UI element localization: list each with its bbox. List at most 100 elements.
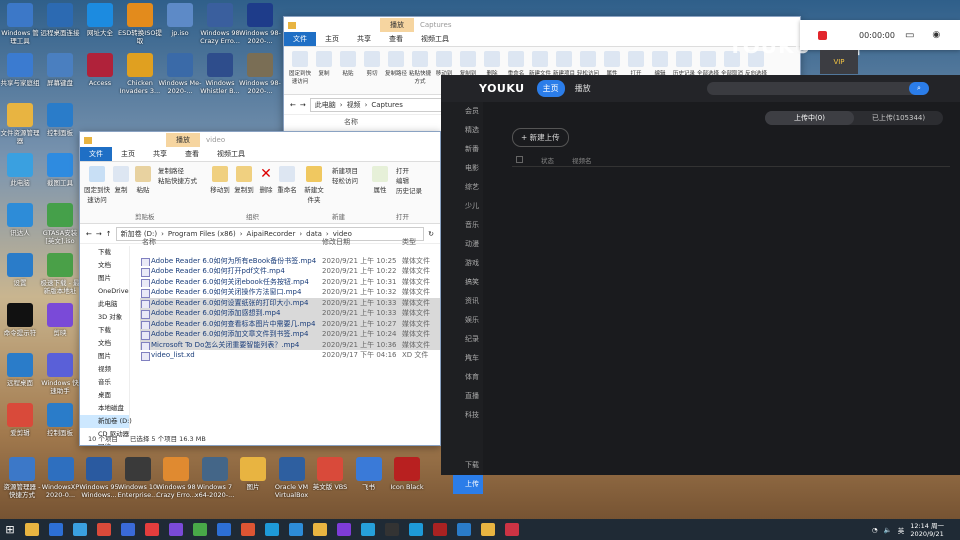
- nav-item[interactable]: 文档: [80, 337, 129, 350]
- desktop-icon[interactable]: 此电脑: [0, 153, 42, 187]
- file-row[interactable]: Adobe Reader 6.0如何设置纸张的打印大小.mp4 2020/9/21…: [140, 297, 440, 308]
- history-button[interactable]: 历史记录: [396, 186, 422, 196]
- taskbar-app-icon[interactable]: [505, 523, 519, 536]
- context-tab-play[interactable]: 播放: [166, 133, 200, 147]
- ribbon-tab[interactable]: 视频工具: [208, 147, 254, 161]
- input-language[interactable]: 英: [898, 525, 905, 535]
- nav-item[interactable]: OneDrive: [80, 285, 129, 298]
- select-all-checkbox[interactable]: [516, 156, 523, 163]
- column-date[interactable]: 修改日期: [322, 237, 402, 248]
- record-stop-button[interactable]: [818, 30, 827, 40]
- ribbon-button[interactable]: 新建项目: [552, 51, 576, 77]
- back-arrow-icon[interactable]: ←: [290, 101, 296, 109]
- file-row[interactable]: Adobe Reader 6.0如何查看标本图片中需要几.mp4 2020/9/2…: [140, 318, 440, 329]
- taskbar-app-icon[interactable]: [145, 523, 159, 536]
- sidebar-item[interactable]: 游戏: [453, 254, 483, 273]
- desktop-icon[interactable]: Access: [78, 53, 122, 87]
- desktop-icon[interactable]: 飞书: [349, 457, 389, 491]
- desktop-icon[interactable]: 设置: [0, 253, 42, 287]
- desktop-icon[interactable]: Windows 98-2020-...: [238, 53, 282, 95]
- camera-icon[interactable]: ◉: [932, 30, 940, 40]
- column-name[interactable]: 名称: [140, 237, 322, 248]
- sidebar-item[interactable]: 综艺: [453, 178, 483, 197]
- desktop-icon[interactable]: 文件资源管理器: [0, 103, 42, 145]
- paste-button[interactable]: 粘贴: [132, 166, 154, 194]
- properties-button[interactable]: 属性: [370, 166, 390, 194]
- desktop-icon[interactable]: jp.iso: [158, 3, 202, 37]
- desktop-icon[interactable]: Windows Me-2020-...: [158, 53, 202, 95]
- desktop-icon[interactable]: 讯达人: [0, 203, 42, 237]
- rename-button[interactable]: 重命名: [276, 166, 298, 194]
- desktop-icon[interactable]: 英文版 VBS: [310, 457, 350, 491]
- uploaded-tab[interactable]: 已上传(105344): [854, 111, 943, 125]
- network-icon[interactable]: ◔: [872, 526, 878, 534]
- nav-item[interactable]: 此电脑: [80, 298, 129, 311]
- desktop-icon[interactable]: 图片: [233, 457, 273, 491]
- taskbar-app-icon[interactable]: [73, 523, 87, 536]
- home-tab[interactable]: 主页: [536, 80, 565, 97]
- nav-item[interactable]: 下载: [80, 246, 129, 259]
- nav-item[interactable]: 新加卷 (D:): [80, 415, 132, 428]
- ribbon-button[interactable]: 复制路径: [384, 51, 408, 77]
- sidebar-item[interactable]: 搞笑: [453, 273, 483, 292]
- ribbon-tab[interactable]: 视频工具: [412, 32, 458, 46]
- taskbar-app-icon[interactable]: [337, 523, 351, 536]
- sidebar-item[interactable]: 精选: [453, 121, 483, 140]
- start-button[interactable]: ⊞: [0, 519, 20, 540]
- taskbar-app-icon[interactable]: [121, 523, 135, 536]
- taskbar-app-icon[interactable]: [97, 523, 111, 536]
- sidebar-item[interactable]: 下载: [453, 456, 483, 475]
- ribbon-tab[interactable]: 共享: [348, 32, 380, 46]
- file-row[interactable]: Adobe Reader 6.0如何打开pdf文件.mp4 2020/9/21 上…: [140, 266, 440, 277]
- ribbon-tab[interactable]: 文件: [284, 32, 316, 46]
- search-input[interactable]: ⌕: [707, 82, 929, 95]
- desktop-icon[interactable]: Windows 98-2020-...: [238, 3, 282, 45]
- taskbar-app-icon[interactable]: [289, 523, 303, 536]
- desktop-icon[interactable]: 命令提示符: [0, 303, 42, 337]
- nav-item[interactable]: 图片: [80, 350, 129, 363]
- desktop-icon[interactable]: 共享与家庭组: [0, 53, 42, 87]
- desktop-icon[interactable]: Windows 10 Enterprise...: [118, 457, 158, 499]
- sidebar-item[interactable]: 娱乐: [453, 311, 483, 330]
- youku-window[interactable]: YOUKU 主页 播放 ⌕ 会员 精选 新番 电影 综艺 少儿 音乐 动漫 游戏 搞笑 资讯 娱乐 纪录…: [441, 75, 960, 494]
- sidebar-item[interactable]: 少儿: [453, 197, 483, 216]
- taskbar-app-icon[interactable]: [217, 523, 231, 536]
- breadcrumb-item[interactable]: 此电脑: [315, 100, 336, 110]
- file-row[interactable]: video_list.xd 2020/9/17 下午 04:16 XD 文件: [140, 350, 440, 361]
- ribbon-button[interactable]: 全部选择: [696, 51, 720, 77]
- desktop-icon[interactable]: 资源管理器 - 快捷方式: [2, 457, 42, 499]
- desktop-icon[interactable]: ESD转换ISO提取: [118, 3, 162, 45]
- taskbar-app-icon[interactable]: [49, 523, 63, 536]
- taskbar-app-icon[interactable]: [409, 523, 423, 536]
- desktop-icon[interactable]: 远程桌面连接: [38, 3, 82, 37]
- ribbon-button[interactable]: 固定到快速访问: [288, 51, 312, 85]
- file-row[interactable]: Adobe Reader 6.0如何添加文章文件到书签.mp4 2020/9/21…: [140, 329, 440, 340]
- breadcrumb-item[interactable]: 视频: [347, 100, 361, 110]
- ribbon-button[interactable]: 历史记录: [672, 51, 696, 77]
- breadcrumb-item[interactable]: Captures: [371, 101, 402, 109]
- desktop-icon[interactable]: Windows 管理工具: [0, 3, 42, 45]
- new-upload-button[interactable]: + 新建上传: [512, 128, 569, 147]
- ribbon-tab[interactable]: 主页: [112, 147, 144, 161]
- desktop-icon[interactable]: Windows 7 x64-2020-...: [195, 457, 235, 499]
- ribbon-button[interactable]: 复制到: [456, 51, 480, 77]
- desktop-icon[interactable]: 网址大全: [78, 3, 122, 37]
- recorder-bar[interactable]: 00:00:00 ▭ ◉: [800, 20, 960, 50]
- desktop-icon[interactable]: Windows 95 Windows...: [79, 457, 119, 499]
- new-folder-button[interactable]: 新建文件夹: [302, 166, 326, 204]
- sidebar-item[interactable]: 科技: [453, 406, 483, 425]
- desktop-icon[interactable]: 截图工具: [38, 153, 82, 187]
- desktop-icon[interactable]: Icon Black: [387, 457, 427, 491]
- sidebar-item[interactable]: 上传: [453, 475, 483, 494]
- sidebar-item[interactable]: 汽车: [453, 349, 483, 368]
- ribbon-button[interactable]: 粘贴快捷方式: [408, 51, 432, 85]
- minimize-icon[interactable]: ▭: [905, 30, 914, 41]
- ribbon-tab[interactable]: 查看: [176, 147, 208, 161]
- taskbar-app-icon[interactable]: [193, 523, 207, 536]
- desktop-icon[interactable]: 屏幕键盘: [38, 53, 82, 87]
- title-bar[interactable]: 播放 Captures: [284, 17, 800, 33]
- nav-item[interactable]: 视频: [80, 363, 129, 376]
- up-arrow-icon[interactable]: ↑: [106, 230, 112, 238]
- taskbar-app-icon[interactable]: [169, 523, 183, 536]
- taskbar-app-icon[interactable]: [457, 523, 471, 536]
